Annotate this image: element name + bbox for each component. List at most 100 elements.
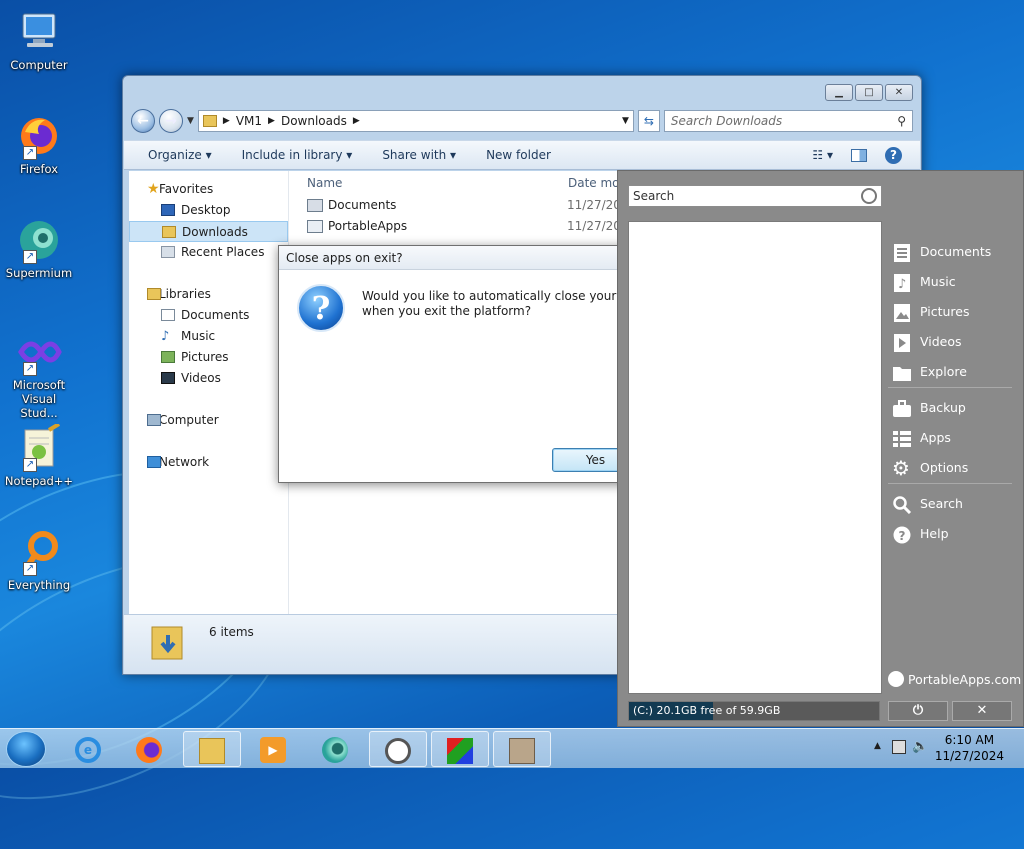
recent-pages-dropdown-icon[interactable]: ▼ <box>187 116 194 126</box>
portableapps-menu[interactable]: Search Documents ♪ Music Pictures Videos … <box>617 170 1024 727</box>
nav-downloads[interactable]: Downloads <box>129 221 288 242</box>
menu-pictures[interactable]: Pictures <box>888 297 1016 327</box>
taskbar-media-player[interactable]: ▶ <box>245 731 303 767</box>
organize-menu[interactable]: Organize ▾ <box>148 148 212 162</box>
computer-icon <box>147 414 161 426</box>
back-button[interactable]: ← <box>131 109 155 133</box>
desktop-icon-label: Firefox <box>19 162 59 176</box>
desktop-icon-label: Notepad++ <box>4 474 74 488</box>
network-status-icon[interactable] <box>892 740 906 754</box>
everything-icon: ↗ <box>15 528 63 576</box>
menu-help[interactable]: ? Help <box>888 519 1016 549</box>
pictures-icon <box>161 351 175 363</box>
supermium-icon: ↗ <box>15 216 63 264</box>
search-placeholder: Search <box>633 189 675 203</box>
minimize-button[interactable]: ▁ <box>825 84 853 101</box>
new-folder-button[interactable]: New folder <box>486 148 551 162</box>
clock-time: 6:10 AM <box>944 733 995 747</box>
refresh-button[interactable]: ⇆ <box>637 110 660 132</box>
address-bar[interactable]: ▶ VM1 ▶ Downloads ▶ ▼ <box>197 110 634 132</box>
portableapps-folder-icon <box>307 220 323 233</box>
clock-date: 11/27/2024 <box>934 749 1004 763</box>
menu-options[interactable]: ⚙ Options <box>888 453 1016 483</box>
taskbar-installer[interactable] <box>493 731 551 767</box>
clock[interactable]: 6:10 AM 11/27/2024 <box>935 732 1004 764</box>
portableapps-sidebar: Documents ♪ Music Pictures Videos Explore… <box>888 237 1016 549</box>
taskbar-ie[interactable]: e <box>60 731 118 767</box>
system-tray: ▲ 🔈 6:10 AM 11/27/2024 <box>864 729 1024 769</box>
share-with-menu[interactable]: Share with ▾ <box>382 148 456 162</box>
firefox-icon: ↗ <box>15 112 63 160</box>
desktop-icon-visual-studio[interactable]: ↗ Microsoft Visual Stud... <box>4 328 74 420</box>
videos-icon <box>892 333 912 352</box>
nav-libraries[interactable]: Libraries <box>129 284 288 305</box>
music-icon: ♪ <box>892 273 912 292</box>
nav-music[interactable]: ♪ Music <box>129 326 288 347</box>
nav-videos[interactable]: Videos <box>129 368 288 389</box>
taskbar-explorer[interactable] <box>183 731 241 767</box>
desktop-icon-everything[interactable]: ↗ Everything <box>4 528 74 592</box>
desktop-icon-supermium[interactable]: ↗ Supermium <box>4 216 74 280</box>
nav-pictures[interactable]: Pictures <box>129 347 288 368</box>
nav-desktop[interactable]: Desktop <box>129 200 288 221</box>
menu-explore[interactable]: Explore <box>888 357 1016 387</box>
power-button[interactable]: ⏻ <box>888 701 948 721</box>
nav-documents[interactable]: Documents <box>129 305 288 326</box>
nav-recent-places[interactable]: Recent Places <box>129 242 288 263</box>
taskbar-firefox[interactable] <box>121 731 179 767</box>
shortcut-arrow-icon: ↗ <box>23 362 37 376</box>
breadcrumb-downloads[interactable]: Downloads <box>281 114 347 128</box>
pictures-icon <box>892 303 912 322</box>
maximize-button[interactable]: □ <box>855 84 883 101</box>
taskbar-app-3d[interactable] <box>431 731 489 767</box>
menu-videos[interactable]: Videos <box>888 327 1016 357</box>
drive-space-text: (C:) 20.1GB free of 59.9GB <box>633 704 781 717</box>
close-icon: ✕ <box>976 703 988 718</box>
navigation-bar: ← → ▼ ▶ VM1 ▶ Downloads ▶ ▼ ⇆ Search Dow… <box>131 108 913 134</box>
preview-pane-icon[interactable] <box>851 148 867 162</box>
menu-music[interactable]: ♪ Music <box>888 267 1016 297</box>
portableapps-brand[interactable]: PortableApps.com <box>888 671 1021 687</box>
shortcut-arrow-icon: ↗ <box>23 250 37 264</box>
search-icon <box>892 495 912 515</box>
gear-icon: ⚙ <box>892 456 910 480</box>
visual-studio-icon: ↗ <box>15 328 63 376</box>
menu-search[interactable]: Search <box>888 489 1016 519</box>
taskbar-supermium[interactable] <box>307 731 365 767</box>
question-icon: ? <box>297 284 345 332</box>
include-in-library-menu[interactable]: Include in library ▾ <box>242 148 353 162</box>
desktop-icon-label: Computer <box>10 58 68 72</box>
menu-apps[interactable]: Apps <box>888 423 1016 453</box>
downloads-folder-icon <box>162 226 176 238</box>
help-icon[interactable]: ? <box>885 146 902 164</box>
search-input[interactable]: Search Downloads ⚲ <box>663 110 913 132</box>
taskbar-portableapps[interactable] <box>369 731 427 767</box>
desktop-icon-firefox[interactable]: ↗ Firefox <box>4 112 74 176</box>
desktop-icon-notepadpp[interactable]: ↗ Notepad++ <box>4 422 74 488</box>
menu-documents[interactable]: Documents <box>888 237 1016 267</box>
search-placeholder: Search Downloads <box>670 114 783 128</box>
portableapps-search-input[interactable]: Search <box>628 185 882 207</box>
nav-network[interactable]: Network <box>129 452 288 473</box>
desktop-icon-computer[interactable]: Computer <box>4 8 74 72</box>
column-name-header[interactable]: Name <box>307 171 342 195</box>
nav-computer[interactable]: Computer <box>129 410 288 431</box>
forward-button[interactable]: → <box>159 109 183 133</box>
app-list[interactable] <box>628 221 882 694</box>
downloads-folder-icon <box>150 621 186 661</box>
menu-backup[interactable]: Backup <box>888 393 1016 423</box>
address-dropdown-icon[interactable]: ▼ <box>622 116 629 126</box>
documents-icon <box>892 243 912 262</box>
show-hidden-icons-icon[interactable]: ▲ <box>874 741 881 751</box>
breadcrumb-vm1[interactable]: VM1 <box>236 114 262 128</box>
start-button[interactable] <box>6 731 46 767</box>
breadcrumb-separator-icon: ▶ <box>222 116 230 126</box>
nav-favorites[interactable]: ★ Favorites <box>129 179 288 200</box>
close-menu-button[interactable]: ✕ <box>952 701 1012 721</box>
search-icon: ⚲ <box>897 114 906 128</box>
folder-icon <box>892 363 912 381</box>
view-options-icon[interactable]: ☷ ▾ <box>812 148 833 162</box>
close-button[interactable]: ✕ <box>885 84 913 101</box>
volume-muted-icon[interactable]: 🔈 <box>912 739 928 754</box>
navigation-pane: ★ Favorites Desktop Downloads Recent Plac… <box>129 171 289 614</box>
